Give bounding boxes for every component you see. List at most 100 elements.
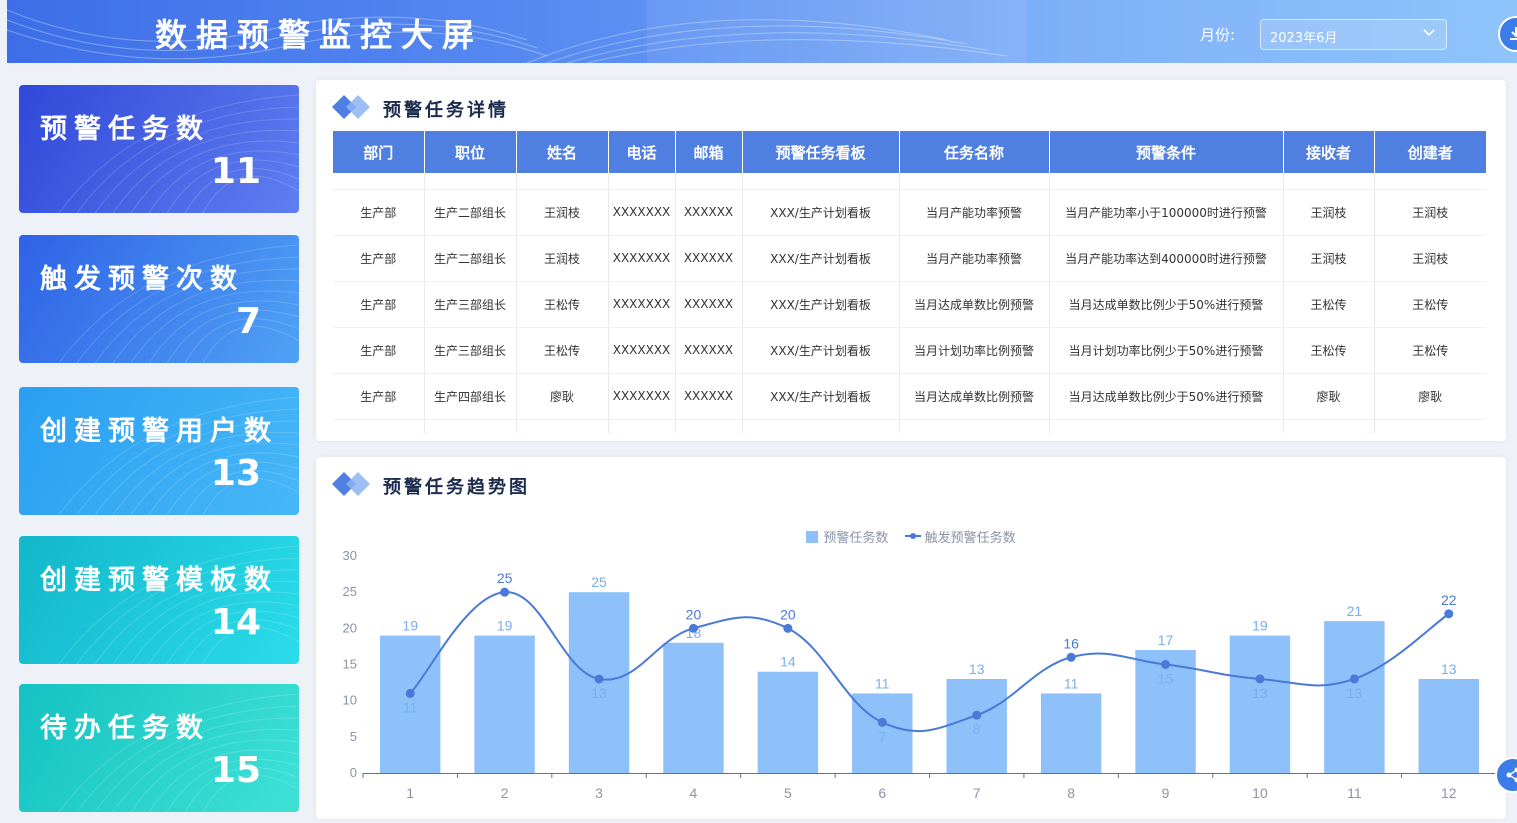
- x-tick-label: 9: [1162, 785, 1170, 801]
- kpi-value: 15: [210, 750, 261, 791]
- table-cell: 生产四部组长: [424, 373, 517, 420]
- x-tick-label: 7: [973, 785, 981, 801]
- share-icon: [1506, 767, 1517, 783]
- line-value-label: 13: [1347, 685, 1363, 701]
- table-cell: 王润枝: [516, 235, 609, 282]
- table-cell: 生产三部组长: [424, 327, 517, 374]
- y-tick-label: 10: [343, 693, 357, 708]
- line-point[interactable]: [594, 674, 604, 684]
- line-point[interactable]: [783, 623, 793, 633]
- kpi-label: 触发预警次数: [40, 264, 244, 295]
- bar[interactable]: [1229, 635, 1291, 773]
- line-point[interactable]: [688, 623, 698, 633]
- bar-value-label: 21: [1347, 603, 1363, 619]
- table-cell: 廖耿: [1283, 373, 1375, 420]
- table-cell: 王松传: [1283, 327, 1375, 374]
- table-row[interactable]: 生产部 生产三部组长 王松传 XXXXXXX XXXXXX XXX/生产计划看板 当月计划功…: [333, 327, 1486, 374]
- chevron-down-icon: [1423, 29, 1435, 37]
- line-point[interactable]: [972, 710, 982, 720]
- empty-cell: [1374, 173, 1486, 190]
- line-value-label: 20: [686, 606, 702, 622]
- x-tick-label: 4: [690, 785, 698, 801]
- kpi-value: 13: [210, 453, 261, 494]
- table-cell: 生产三部组长: [424, 281, 517, 328]
- bar[interactable]: [1040, 693, 1102, 773]
- line-point[interactable]: [500, 587, 510, 597]
- table-cell: 生产部: [333, 373, 425, 420]
- x-tick-label: 11: [1347, 785, 1362, 801]
- header-bar: 数据预警监控大屏 月份: 2023年6月: [7, 0, 1517, 63]
- line-point[interactable]: [1444, 609, 1454, 619]
- table-cell: XXXXXXX: [608, 281, 676, 328]
- line-point[interactable]: [1349, 674, 1359, 684]
- table-cell: 当月产能功率小于100000时进行预警: [1049, 189, 1284, 236]
- table-spacer-row: [333, 173, 1486, 190]
- trend-chart-panel: 预警任务趋势图 预警任务数 触发预警任务数 0 5 10 15 20 25 30 19 19 25…: [316, 457, 1506, 819]
- table-row[interactable]: 生产部 生产二部组长 王润枝 XXXXXXX XXXXXX XXX/生产计划看板 当月产能功…: [333, 235, 1486, 282]
- diamond-logo-icon: [332, 95, 370, 119]
- x-tick-label: 1: [406, 785, 414, 801]
- bar[interactable]: [757, 671, 819, 773]
- line-value-label: 13: [591, 685, 607, 701]
- y-tick-label: 20: [343, 620, 357, 635]
- kpi-label: 创建预警用户数: [40, 416, 278, 447]
- table-cell: 生产二部组长: [424, 189, 517, 236]
- bar[interactable]: [1418, 678, 1480, 773]
- empty-cell: [424, 419, 517, 433]
- line-point[interactable]: [877, 717, 887, 727]
- table-cell: 当月计划功率比例少于50%进行预警: [1049, 327, 1284, 374]
- table-row[interactable]: 生产部 生产二部组长 王润枝 XXXXXXX XXXXXX XXX/生产计划看板 当月产能功…: [333, 189, 1486, 236]
- bar-value-label: 11: [875, 675, 890, 691]
- line-point[interactable]: [1255, 674, 1265, 684]
- table-cell: 当月达成单数比例预警: [899, 281, 1050, 328]
- task-detail-panel: 预警任务详情 部门 职位 姓名 电话 邮箱 预警任务看板 任务名称 预警条件 接收者 创建者 生产…: [316, 80, 1506, 441]
- x-tick-label: 8: [1067, 785, 1075, 801]
- table-cell: XXX/生产计划看板: [742, 235, 900, 282]
- column-header: 职位: [424, 131, 517, 173]
- table-cell: 当月产能功率预警: [899, 189, 1050, 236]
- bar-value-label: 14: [780, 654, 796, 670]
- table-row[interactable]: 生产部 生产四部组长 廖耿 XXXXXXX XXXXXX XXX/生产计划看板 当月达成单数…: [333, 373, 1486, 420]
- kpi-value: 11: [210, 151, 261, 192]
- kpi-value: 14: [210, 602, 261, 643]
- empty-cell: [742, 419, 900, 433]
- bar[interactable]: [474, 635, 535, 773]
- bar-value-label: 19: [497, 618, 513, 634]
- bar-value-label: 25: [591, 574, 607, 590]
- empty-cell: [1283, 419, 1375, 433]
- table-row[interactable]: 生产部 生产三部组长 王松传 XXXXXXX XXXXXX XXX/生产计划看板 当月达成单…: [333, 281, 1486, 328]
- table-cell: XXX/生产计划看板: [742, 373, 900, 420]
- line-point[interactable]: [1066, 652, 1076, 662]
- table-cell: 生产部: [333, 281, 425, 328]
- y-tick-label: 5: [350, 729, 357, 744]
- table-cell: 生产部: [333, 235, 425, 282]
- x-tick-label: 10: [1252, 785, 1268, 801]
- table-cell: 当月产能功率达到400000时进行预警: [1049, 235, 1284, 282]
- line-point[interactable]: [1161, 660, 1171, 669]
- empty-cell: [899, 419, 1050, 433]
- column-header: 电话: [608, 131, 676, 173]
- month-select[interactable]: 2023年6月: [1260, 19, 1447, 50]
- x-tick-label: 3: [595, 785, 603, 801]
- task-table: 部门 职位 姓名 电话 邮箱 预警任务看板 任务名称 预警条件 接收者 创建者 生产部 生产二部组长…: [333, 131, 1486, 433]
- column-header: 邮箱: [675, 131, 743, 173]
- kpi-wave-decoration: [58, 396, 299, 515]
- table-cell: 当月计划功率比例预警: [899, 327, 1050, 374]
- x-tick-label: 6: [878, 785, 886, 801]
- month-select-value: 2023年6月: [1270, 31, 1338, 46]
- empty-cell: [742, 173, 900, 190]
- empty-cell: [1049, 173, 1284, 190]
- table-cell: 王润枝: [1283, 235, 1375, 282]
- bar-value-label: 17: [1158, 632, 1174, 648]
- table-cell: XXXXXX: [675, 327, 743, 374]
- table-cell: XXX/生产计划看板: [742, 327, 900, 374]
- table-cell: 生产部: [333, 189, 425, 236]
- column-header: 接收者: [1283, 131, 1375, 173]
- table-cell: 当月达成单数比例少于50%进行预警: [1049, 281, 1284, 328]
- page-title: 数据预警监控大屏: [155, 16, 484, 54]
- line-series-path: [409, 591, 1450, 733]
- bar-value-label: 13: [969, 661, 985, 677]
- bar[interactable]: [663, 642, 724, 773]
- line-point[interactable]: [405, 688, 415, 698]
- y-tick-label: 25: [343, 584, 357, 599]
